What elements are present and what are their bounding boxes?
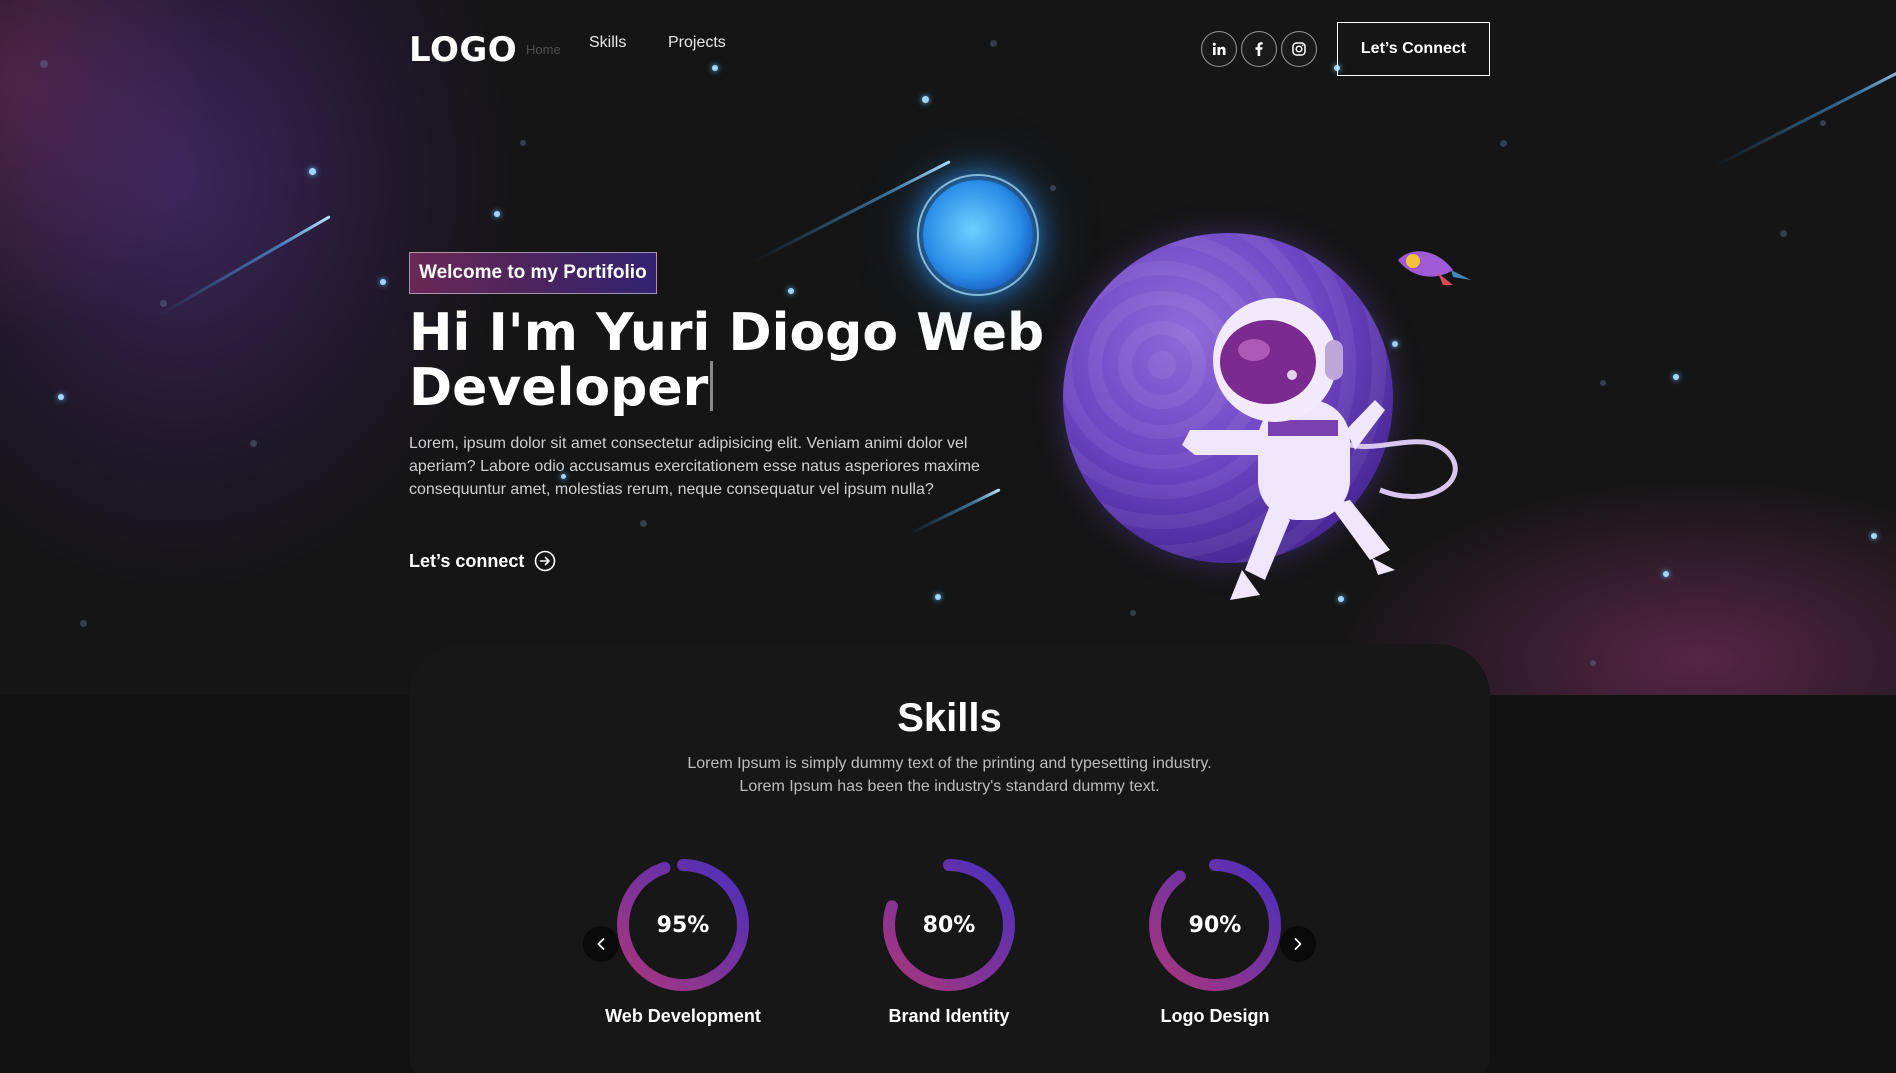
star (1663, 571, 1669, 577)
meteor (156, 215, 331, 318)
background-dot (1130, 610, 1136, 616)
skills-title: Skills (897, 696, 1002, 740)
star (1871, 533, 1877, 539)
star (380, 279, 386, 285)
nav-link-skills[interactable]: Skills (589, 34, 626, 52)
lets-connect-button[interactable]: Let’s Connect (1337, 22, 1490, 76)
skill-name: Web Development (605, 1006, 761, 1026)
skill-percent: 80% (922, 912, 976, 938)
background-dot (1500, 140, 1507, 147)
rocket-illustration (1398, 251, 1471, 285)
background-dot (80, 620, 87, 627)
instagram-icon (1292, 42, 1306, 56)
logo[interactable]: LOGO (409, 30, 517, 70)
background-dot (1600, 380, 1606, 386)
star (788, 288, 794, 294)
background-dot (1780, 230, 1787, 237)
background-dot (250, 440, 257, 447)
skill-percent: 90% (1188, 912, 1242, 938)
skills-description: Lorem Ipsum is simply dummy text of the … (409, 752, 1490, 798)
arrow-right-circle-icon (535, 550, 556, 572)
nav-link-home[interactable]: Home (526, 42, 561, 57)
linkedin-button[interactable] (1201, 31, 1237, 67)
hero-intro: Lorem, ipsum dolor sit amet consectetur … (409, 435, 980, 498)
hero-headline-text: Hi I'm Yuri Diogo Web Developer (409, 303, 1045, 418)
carousel-next-button[interactable] (1280, 926, 1316, 962)
skills-description-line: Lorem Ipsum is simply dummy text of the … (687, 755, 1212, 772)
background-dot (160, 300, 167, 307)
skills-description-line: Lorem Ipsum has been the industry's stan… (739, 778, 1160, 795)
astronaut-illustration (1182, 298, 1458, 600)
skill-name: Brand Identity (888, 1006, 1010, 1026)
navbar: LOGO Home Skills Projects Let’s Connect (0, 0, 1896, 100)
skill-item: 80% Brand Identity (849, 858, 1049, 1027)
skill-progress-ring: 80% (882, 858, 1016, 992)
instagram-button[interactable] (1281, 31, 1317, 67)
nav-link-projects[interactable]: Projects (668, 34, 726, 52)
star (1673, 374, 1679, 380)
background-dot (1590, 660, 1596, 666)
background-dot (520, 140, 526, 146)
glowing-orb-illustration (917, 174, 1039, 296)
typing-caret (710, 361, 714, 411)
facebook-icon (1255, 42, 1263, 56)
skill-item: 95% Web Development (583, 858, 783, 1027)
star (58, 394, 64, 400)
skill-percent: 95% (656, 912, 710, 938)
star (935, 594, 941, 600)
background-dot (1820, 120, 1826, 126)
lets-connect-label: Let’s connect (409, 550, 525, 571)
facebook-button[interactable] (1241, 31, 1277, 67)
linkedin-icon (1212, 42, 1226, 55)
skill-progress-ring: 90% (1148, 858, 1282, 992)
background-dot (640, 520, 647, 527)
skill-progress-ring: 95% (616, 858, 750, 992)
lets-connect-link[interactable]: Let’s connect (409, 550, 556, 572)
star (309, 168, 316, 175)
skill-name: Logo Design (1160, 1006, 1270, 1026)
skills-section: Skills Lorem Ipsum is simply dummy text … (409, 644, 1490, 1073)
background-dot (1050, 185, 1056, 191)
hero-headline: Hi I'm Yuri Diogo Web Developer (409, 306, 1049, 416)
star (494, 211, 500, 217)
chevron-right-icon (1294, 938, 1302, 950)
welcome-tagline: Welcome to my Portifolio (409, 252, 657, 294)
